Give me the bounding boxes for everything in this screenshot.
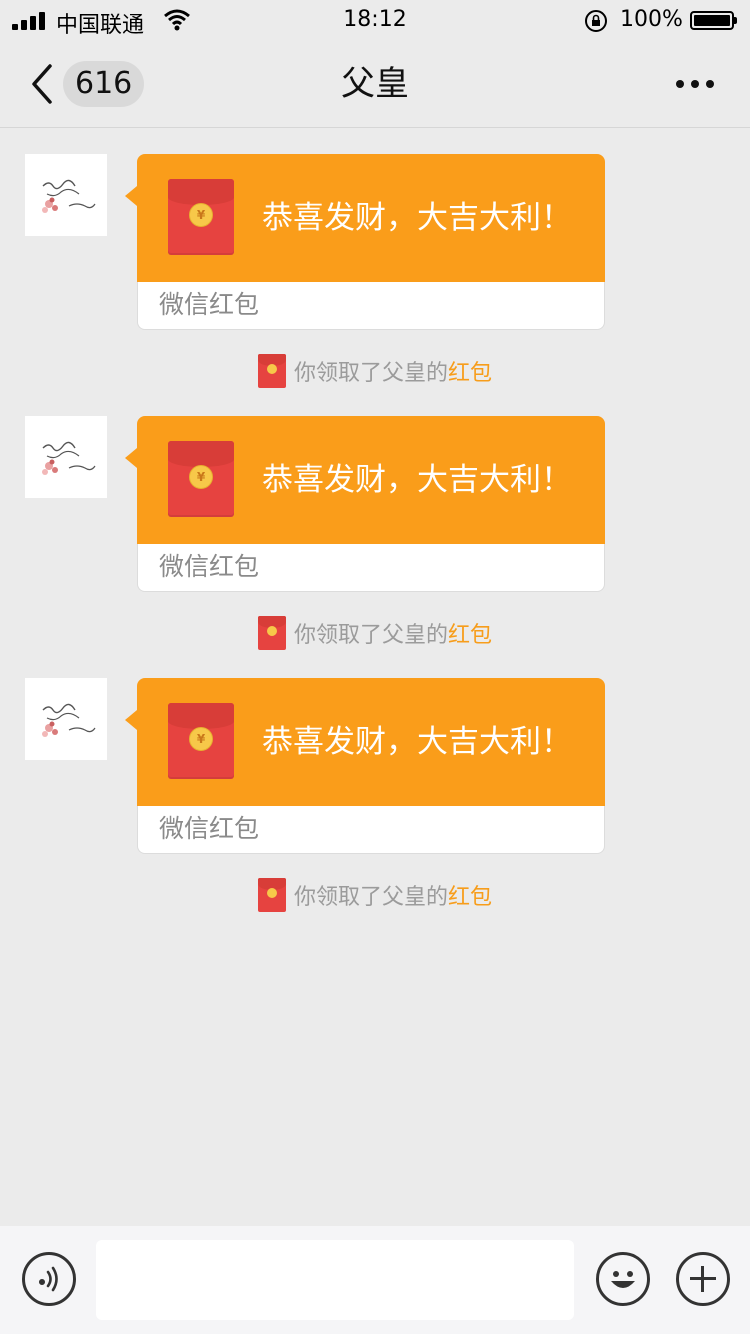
voice-icon[interactable] (22, 1252, 76, 1306)
chat-title: 父皇 (341, 64, 409, 104)
red-packet-greeting: 恭喜发财，大吉大利！ (262, 200, 572, 236)
message-item: ¥ 恭喜发财，大吉大利！ 微信红包 (0, 154, 750, 330)
notice-link[interactable]: 红包 (448, 361, 492, 386)
emoji-icon[interactable] (596, 1252, 650, 1306)
red-packet-message[interactable]: ¥ 恭喜发财，大吉大利！ 微信红包 (125, 416, 605, 592)
red-packet-greeting: 恭喜发财，大吉大利！ (262, 724, 572, 760)
avatar[interactable] (25, 678, 107, 760)
notice-text: 你领取了父皇的 (293, 885, 448, 910)
red-packet-greeting: 恭喜发财，大吉大利！ (262, 462, 572, 498)
notice-link[interactable]: 红包 (448, 623, 492, 648)
red-envelope-icon: ¥ (168, 441, 234, 517)
red-packet-body: ¥ 恭喜发财，大吉大利！ (137, 154, 605, 282)
red-envelope-icon (257, 354, 286, 388)
avatar[interactable] (25, 154, 107, 236)
received-notice: 你领取了父皇的红包 (0, 616, 750, 650)
notice-link[interactable]: 红包 (448, 885, 492, 910)
received-notice: 你领取了父皇的红包 (0, 878, 750, 912)
red-packet-footer: 微信红包 (137, 806, 605, 854)
notice-text: 你领取了父皇的 (293, 623, 448, 648)
bubble-tail (125, 186, 137, 206)
rotation-lock-icon (585, 10, 607, 32)
message-input[interactable] (96, 1240, 574, 1320)
red-packet-body: ¥ 恭喜发财，大吉大利！ (137, 678, 605, 806)
input-bar (0, 1226, 750, 1334)
status-bar: 中国联通 18:12 100% (0, 0, 750, 40)
notice-text: 你领取了父皇的 (293, 361, 448, 386)
message-item: ¥ 恭喜发财，大吉大利！ 微信红包 (0, 416, 750, 592)
red-envelope-icon: ¥ (168, 179, 234, 255)
red-envelope-icon (257, 616, 286, 650)
avatar[interactable] (25, 416, 107, 498)
message-item: ¥ 恭喜发财，大吉大利！ 微信红包 (0, 678, 750, 854)
red-packet-footer: 微信红包 (137, 544, 605, 592)
bubble-tail (125, 448, 137, 468)
red-packet-message[interactable]: ¥ 恭喜发财，大吉大利！ 微信红包 (125, 678, 605, 854)
battery-icon (690, 11, 737, 30)
battery-percent: 100% (620, 7, 683, 32)
red-packet-body: ¥ 恭喜发财，大吉大利！ (137, 416, 605, 544)
red-packet-label: 微信红包 (159, 814, 260, 843)
red-packet-footer: 微信红包 (137, 282, 605, 330)
plus-icon[interactable] (676, 1252, 730, 1306)
chat-header: 616 父皇 (0, 40, 750, 128)
red-packet-label: 微信红包 (159, 552, 260, 581)
red-packet-message[interactable]: ¥ 恭喜发财，大吉大利！ 微信红包 (125, 154, 605, 330)
red-envelope-icon: ¥ (168, 703, 234, 779)
bubble-tail (125, 710, 137, 730)
received-notice: 你领取了父皇的红包 (0, 354, 750, 388)
red-envelope-icon (257, 878, 286, 912)
more-icon[interactable] (676, 80, 714, 88)
red-packet-label: 微信红包 (159, 290, 260, 319)
